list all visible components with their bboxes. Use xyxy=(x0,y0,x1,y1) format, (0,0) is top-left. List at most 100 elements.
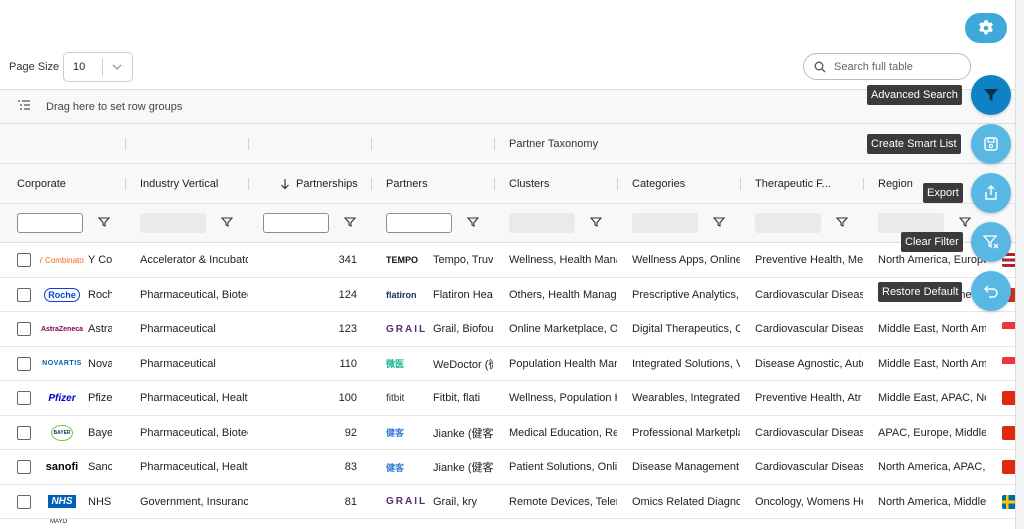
filter-icon[interactable] xyxy=(836,216,848,228)
categories-cell: Digital Therapeutics, C xyxy=(632,323,740,335)
clear-filter-button[interactable] xyxy=(971,222,1011,262)
filter-icon[interactable] xyxy=(98,216,110,228)
partners-cell: Tempo, Truv xyxy=(433,254,493,266)
corporate-logo: AstraZeneca xyxy=(40,325,84,333)
header-divider xyxy=(863,178,864,190)
page-size-select[interactable]: 10 xyxy=(63,52,133,82)
filter-icon[interactable] xyxy=(467,216,479,228)
table-row[interactable]: MAYO xyxy=(0,519,1015,529)
sort-desc-icon xyxy=(281,178,289,189)
partner-logo: 微医 xyxy=(386,359,405,369)
corporate-name[interactable]: Pfize xyxy=(88,381,112,415)
advanced-search-tooltip: Advanced Search xyxy=(867,85,962,105)
restore-default-tooltip: Restore Default xyxy=(878,282,963,302)
table-row[interactable]: NOVARTIS Nova Pharmaceutical 110 微医 WeDoctor … xyxy=(0,346,1015,381)
restore-default-button[interactable] xyxy=(971,271,1011,311)
row-checkbox[interactable] xyxy=(17,494,31,509)
partnerships-cell: 83 xyxy=(344,461,357,473)
filter-icon[interactable] xyxy=(590,216,602,228)
table-body: Y Combinator Y Co Accelerator & Incubator 3… xyxy=(0,243,1015,529)
filter-input-industry-vertical xyxy=(140,213,206,233)
row-checkbox[interactable] xyxy=(17,322,31,336)
partners-cell: Fitbit, flati xyxy=(433,392,481,404)
row-group-bar[interactable]: Drag here to set row groups xyxy=(0,89,1015,124)
table-row[interactable]: AstraZeneca Astra Pharmaceutical 123 GRAIL Gr… xyxy=(0,312,1015,347)
header-divider xyxy=(248,138,249,150)
share-icon xyxy=(985,185,997,200)
col-header-therapeutic[interactable]: Therapeutic F... xyxy=(755,164,855,204)
corporate-name[interactable]: Y Co xyxy=(88,243,112,277)
row-checkbox[interactable] xyxy=(17,391,31,405)
column-header-row: Corporate Industry Vertical Partnerships… xyxy=(0,164,1015,204)
col-header-categories[interactable]: Categories xyxy=(632,164,732,204)
partners-cell: WeDoctor (微 xyxy=(433,358,493,371)
corporate-logo: sanofi xyxy=(45,461,79,473)
country-flag xyxy=(1002,356,1015,371)
table-row[interactable]: Roche Roch Pharmaceutical, Biotech 124 flati… xyxy=(0,277,1015,312)
industry-vertical-cell: Pharmaceutical, Biotech xyxy=(140,426,248,439)
filter-input-partners[interactable] xyxy=(386,213,452,233)
filter-icon[interactable] xyxy=(959,216,971,228)
partner-logo: TEMPO xyxy=(386,255,419,265)
create-smart-list-button[interactable] xyxy=(971,124,1011,164)
therapeutic-cell: Cardiovascular Diseases xyxy=(755,461,863,473)
settings-button[interactable] xyxy=(965,13,1007,43)
partnerships-cell: 123 xyxy=(338,323,357,335)
funnel-icon xyxy=(984,89,998,101)
col-header-industry-vertical[interactable]: Industry Vertical xyxy=(140,164,240,204)
advanced-search-button[interactable] xyxy=(971,75,1011,115)
filter-icon[interactable] xyxy=(713,216,725,228)
categories-cell: Prescriptive Analytics, xyxy=(632,288,739,301)
export-button[interactable] xyxy=(971,173,1011,213)
table-row[interactable]: NHS NHS Government, Insurance 81 GRAIL Grail,… xyxy=(0,484,1015,519)
row-group-hint: Drag here to set row groups xyxy=(46,100,183,113)
table-row[interactable]: Pfizer Pfize Pharmaceutical, Health 100 fitb… xyxy=(0,381,1015,416)
page-size-label: Page Size xyxy=(9,61,60,73)
partner-logo: GRAIL xyxy=(386,496,428,507)
industry-vertical-cell: Pharmaceutical xyxy=(140,357,216,370)
row-checkbox[interactable] xyxy=(17,425,31,440)
clear-filter-tooltip: Clear Filter xyxy=(901,232,963,252)
row-checkbox[interactable] xyxy=(17,253,31,267)
categories-cell: Integrated Solutions, V xyxy=(632,357,740,370)
col-header-clusters[interactable]: Clusters xyxy=(509,164,609,204)
col-header-partnerships[interactable]: Partnerships xyxy=(280,164,370,204)
search-icon xyxy=(814,61,826,72)
col-header-partners[interactable]: Partners xyxy=(386,164,486,204)
corporate-name[interactable]: Roch xyxy=(88,278,112,312)
save-icon xyxy=(984,137,998,151)
corporate-name[interactable]: NHS xyxy=(88,485,112,519)
export-tooltip: Export xyxy=(923,183,963,203)
filter-input-therapeutic xyxy=(755,213,821,233)
partners-cell: Grail, kry xyxy=(433,495,477,508)
therapeutic-cell: Cardiovascular Diseases xyxy=(755,323,863,335)
clusters-cell: Online Marketplace, O xyxy=(509,323,617,335)
table-row[interactable]: sanofi Sanc Pharmaceutical, Health 83 健客 Jian… xyxy=(0,450,1015,485)
corporate-name[interactable]: Baye xyxy=(88,416,112,450)
therapeutic-cell: Cardiovascular Diseases xyxy=(755,288,863,301)
col-header-corporate[interactable]: Corporate xyxy=(17,164,117,204)
table-row[interactable]: BAYER Baye Pharmaceutical, Biotech 92 健客 Jian… xyxy=(0,415,1015,450)
row-checkbox[interactable] xyxy=(17,460,31,474)
filter-icon[interactable] xyxy=(221,216,233,228)
search-box[interactable] xyxy=(803,53,971,80)
row-checkbox[interactable] xyxy=(17,356,31,371)
table-row[interactable]: Y Combinator Y Co Accelerator & Incubator 3… xyxy=(0,243,1015,278)
page-size-value: 10 xyxy=(73,61,86,73)
header-divider xyxy=(125,138,126,150)
industry-vertical-cell: Pharmaceutical, Health xyxy=(140,392,248,404)
corporate-name[interactable]: Sanc xyxy=(88,450,112,484)
corporate-name[interactable]: Astra xyxy=(88,312,112,346)
therapeutic-cell: Preventive Health, Atr xyxy=(755,392,862,404)
therapeutic-cell: Disease Agnostic, Auto xyxy=(755,357,863,370)
filter-input-corporate[interactable] xyxy=(17,213,83,233)
chevron-down-icon xyxy=(103,64,133,70)
region-cell: APAC, Europe, Middle xyxy=(878,426,986,439)
search-input[interactable] xyxy=(834,60,954,73)
filter-icon[interactable] xyxy=(344,216,356,228)
corporate-name[interactable]: Nova xyxy=(88,347,112,381)
region-cell: Middle East, North Am xyxy=(878,323,986,335)
filter-input-partnerships[interactable] xyxy=(263,213,329,233)
row-checkbox[interactable] xyxy=(17,287,31,302)
corporate-logo: NOVARTIS xyxy=(42,360,82,367)
